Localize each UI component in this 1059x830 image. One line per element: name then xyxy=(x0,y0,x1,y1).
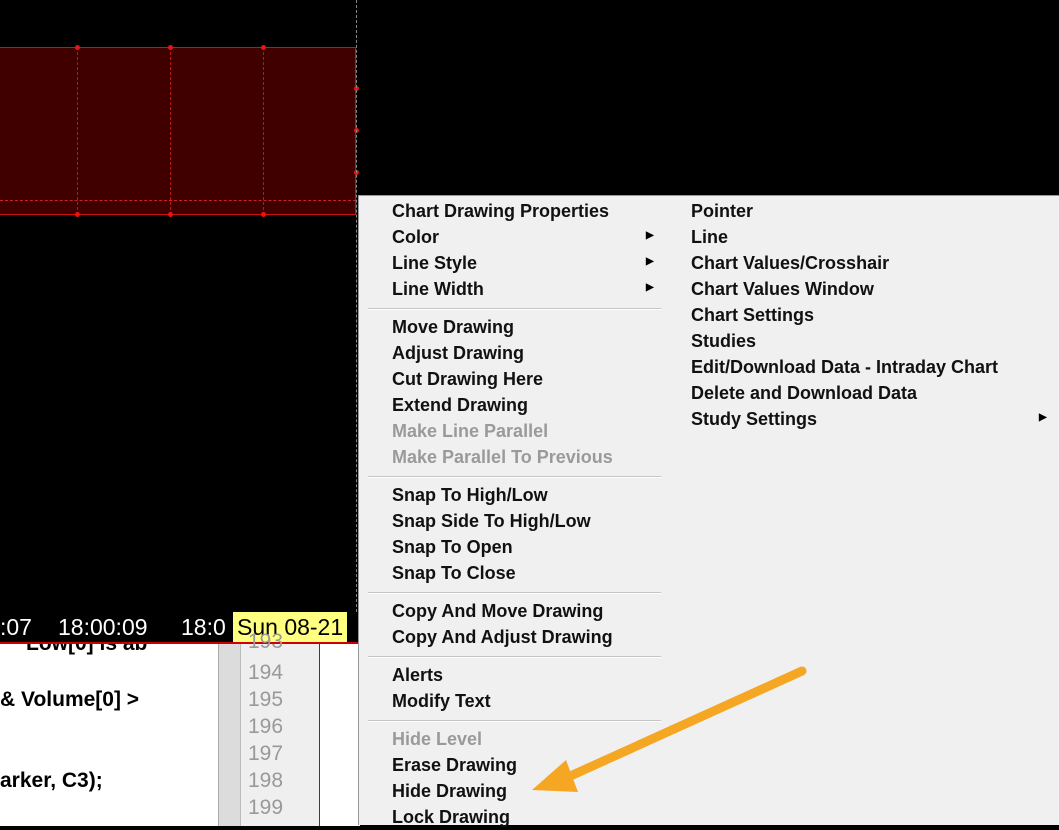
annotation-arrow-icon xyxy=(532,666,807,792)
